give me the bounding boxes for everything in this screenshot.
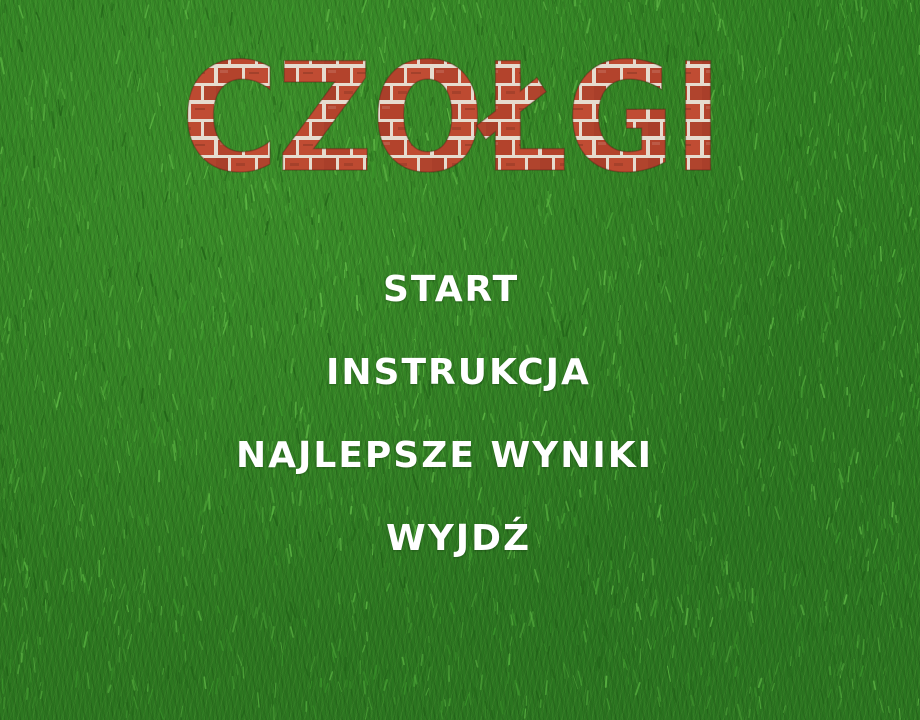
menu-exit-button[interactable]: WYJDŹ — [386, 517, 531, 561]
menu-highscores-button[interactable]: NAJLEPSZE WYNIKI — [236, 434, 653, 478]
menu-start-button[interactable]: START — [383, 268, 519, 312]
menu-instructions-button[interactable]: INSTRUKCJA — [326, 351, 591, 395]
main-menu: START INSTRUKCJA NAJLEPSZE WYNIKI WYJDŹ — [0, 0, 920, 720]
